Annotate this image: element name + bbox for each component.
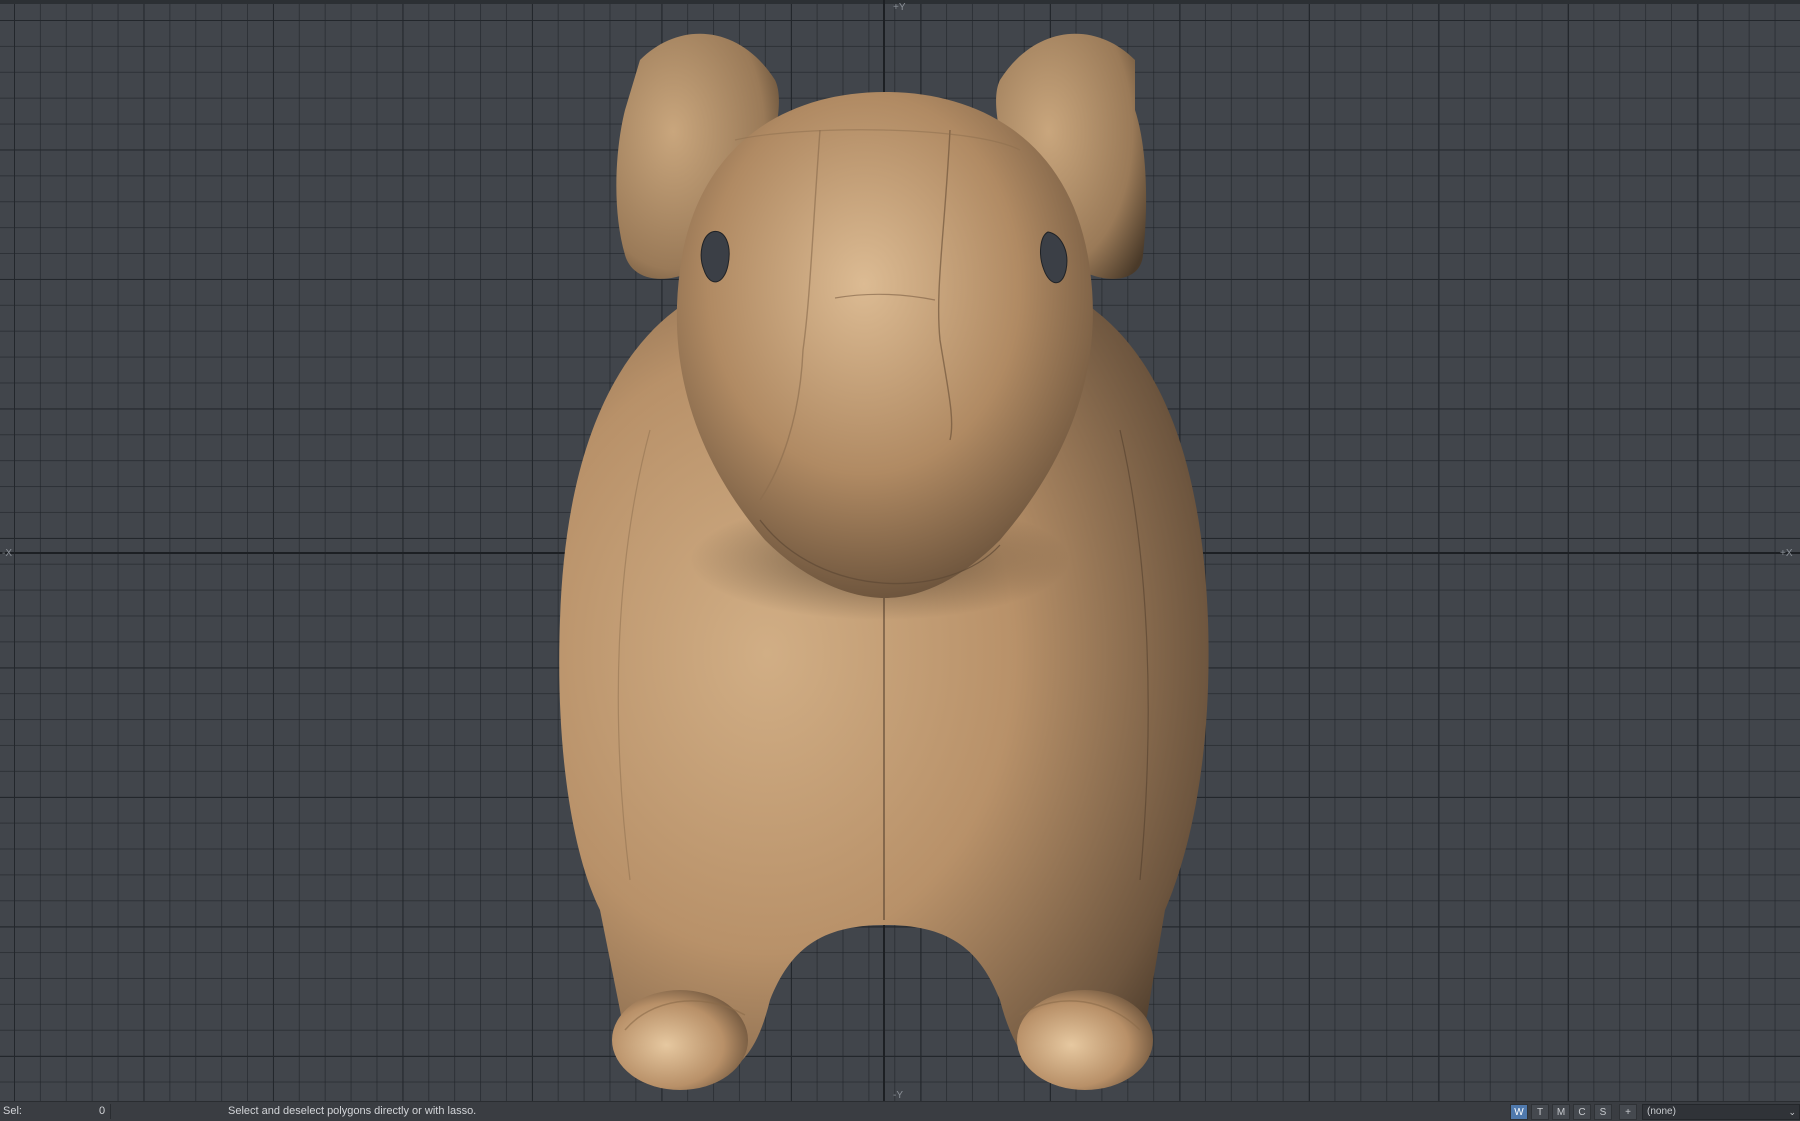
chevron-down-icon: ⌄ bbox=[1788, 1107, 1796, 1117]
left-foot bbox=[612, 990, 748, 1090]
add-vmap-button[interactable]: + bbox=[1619, 1104, 1637, 1120]
right-foot bbox=[1017, 990, 1153, 1090]
mode-button-s[interactable]: S bbox=[1594, 1104, 1612, 1120]
status-divider bbox=[110, 1104, 111, 1119]
vmap-value: (none) bbox=[1647, 1106, 1676, 1117]
bunny-model[interactable] bbox=[0, 0, 1800, 1101]
viewport-front[interactable]: +Y -Y -X +X bbox=[0, 0, 1800, 1101]
selection-count: 0 bbox=[99, 1105, 106, 1117]
mode-button-t[interactable]: T bbox=[1531, 1104, 1549, 1120]
tool-hint: Select and deselect polygons directly or… bbox=[228, 1105, 477, 1117]
mode-button-m[interactable]: M bbox=[1552, 1104, 1570, 1120]
mode-button-c[interactable]: C bbox=[1573, 1104, 1591, 1120]
selection-label: Sel: bbox=[3, 1105, 22, 1117]
mode-button-w[interactable]: W bbox=[1510, 1104, 1528, 1120]
left-eye bbox=[700, 230, 730, 283]
vmap-select[interactable]: (none) ⌄ bbox=[1642, 1104, 1800, 1120]
status-bar: Sel: 0 Select and deselect polygons dire… bbox=[0, 1101, 1800, 1121]
